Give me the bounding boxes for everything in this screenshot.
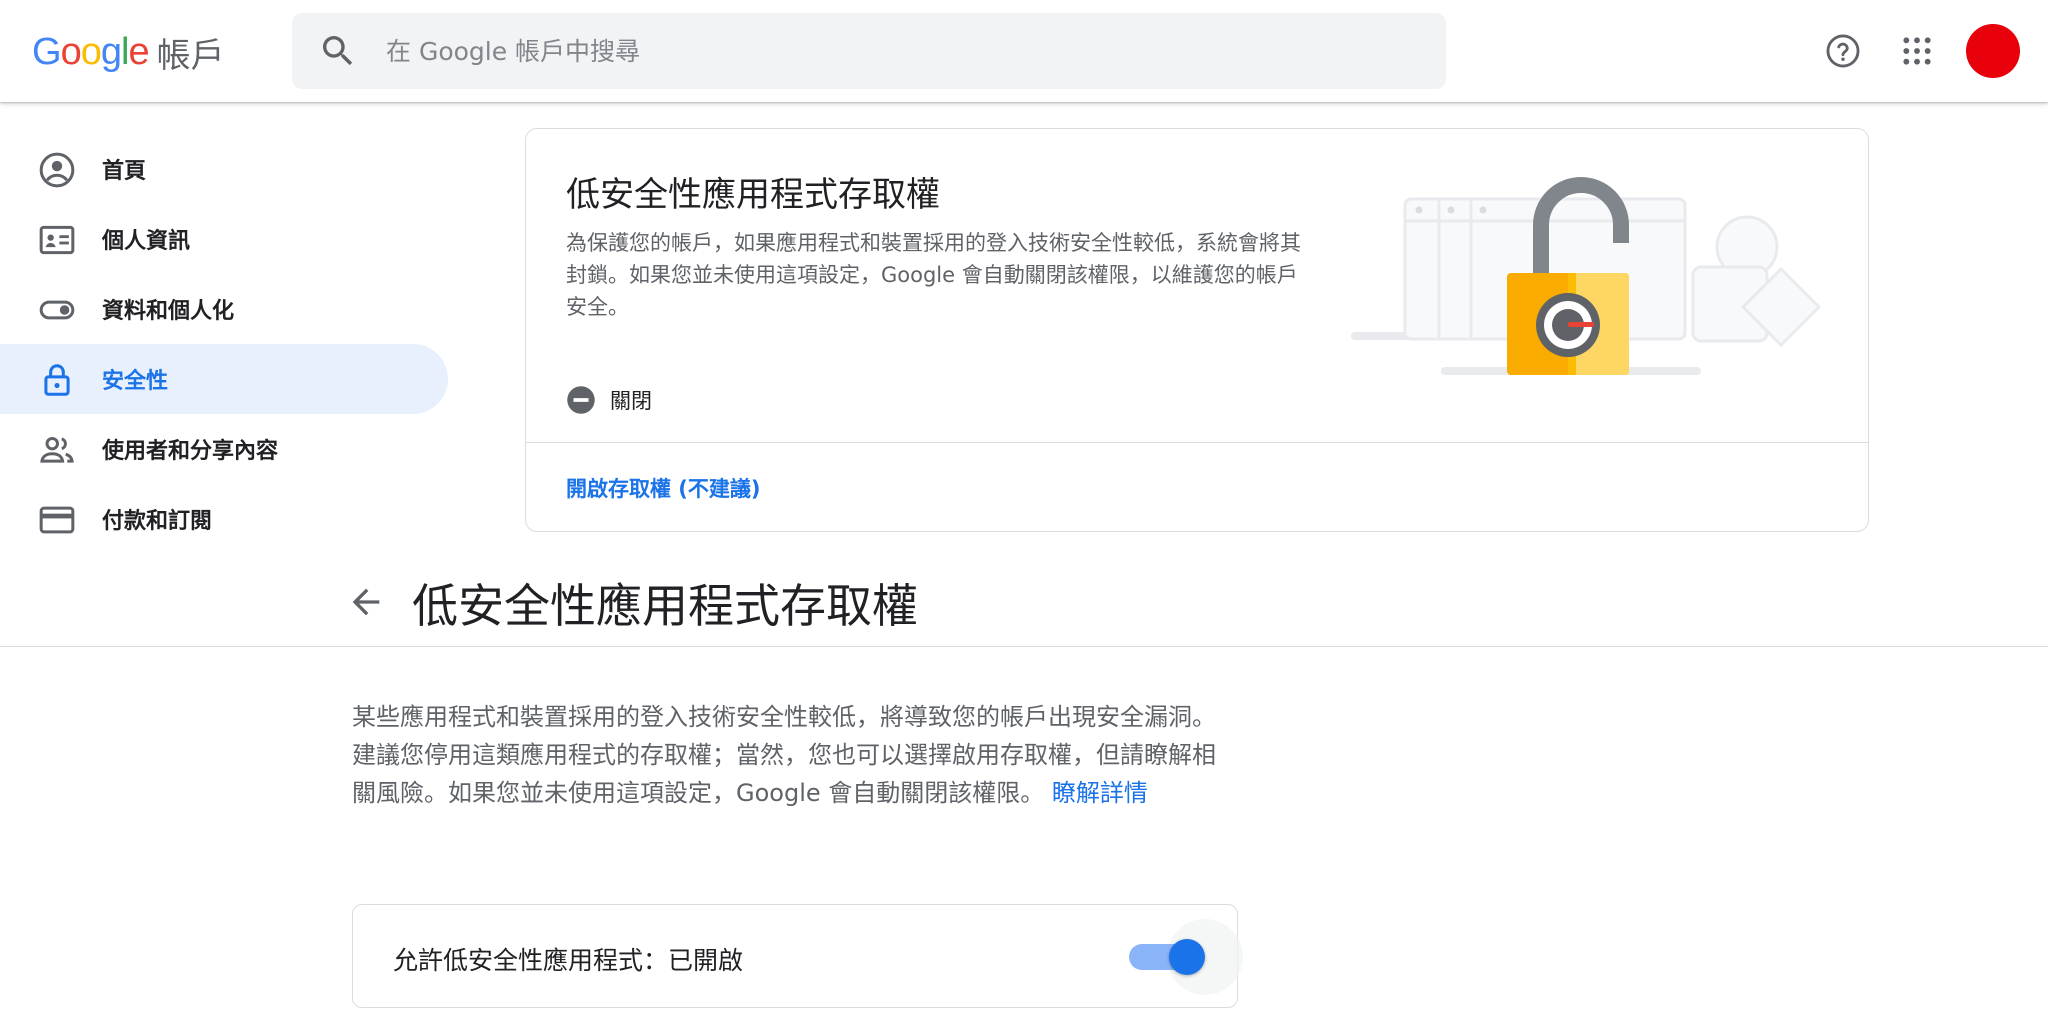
- divider: [526, 442, 1868, 443]
- card-description: 為保護您的帳戶，如果應用程式和裝置採用的登入技術安全性較低，系統會將其封鎖。如果…: [566, 231, 1301, 319]
- search-input[interactable]: [386, 36, 1286, 66]
- search-bar[interactable]: [292, 13, 1446, 89]
- off-status-icon: [567, 386, 595, 414]
- back-arrow-icon[interactable]: [346, 582, 386, 622]
- account-circle-icon: [39, 152, 75, 188]
- sidebar-item-payments[interactable]: 付款和訂閱: [0, 484, 448, 554]
- divider: [0, 646, 2048, 647]
- page-title: 低安全性應用程式存取權: [412, 579, 918, 633]
- sidebar-item-label: 使用者和分享內容: [102, 439, 279, 464]
- status-text: 關閉: [610, 389, 652, 413]
- sidebar-item-personal-info[interactable]: 個人資訊: [0, 204, 448, 274]
- sidebar-item-label: 個人資訊: [102, 229, 191, 254]
- sidebar-nav: 首頁 個人資訊 資料和個人化 安全性 使用者和分享內容 付款和訂閱: [0, 134, 448, 554]
- sidebar-item-label: 付款和訂閱: [102, 509, 213, 534]
- google-wordmark: Google: [32, 30, 150, 73]
- sidebar-item-security[interactable]: 安全性: [0, 344, 448, 414]
- learn-more-link[interactable]: 瞭解詳情: [1052, 779, 1148, 807]
- credit-card-icon: [39, 506, 75, 534]
- apps-button[interactable]: [1889, 23, 1945, 79]
- lock-icon: [44, 364, 70, 396]
- card-title: 低安全性應用程式存取權: [566, 175, 940, 215]
- help-icon: [1826, 34, 1860, 68]
- sidebar-item-data-privacy[interactable]: 資料和個人化: [0, 274, 448, 344]
- sidebar-item-label: 資料和個人化: [102, 299, 235, 324]
- description-text: 某些應用程式和裝置採用的登入技術安全性較低，將導致您的帳戶出現安全漏洞。建議您停…: [352, 698, 1232, 812]
- toggle-label: 允許低安全性應用程式：已開啟: [393, 946, 744, 975]
- sidebar-item-label: 安全性: [102, 369, 169, 394]
- people-icon: [40, 436, 74, 463]
- sidebar-item-people-sharing[interactable]: 使用者和分享內容: [0, 414, 448, 484]
- sidebar-item-home[interactable]: 首頁: [0, 134, 448, 204]
- sidebar-item-label: 首頁: [102, 159, 147, 184]
- unlocked-padlock-illustration: [1351, 177, 1822, 375]
- less-secure-access-card: 低安全性應用程式存取權 為保護您的帳戶，如果應用程式和裝置採用的登入技術安全性較…: [525, 128, 1869, 532]
- search-icon[interactable]: [318, 31, 358, 71]
- id-card-icon: [39, 225, 75, 255]
- allow-less-secure-apps-card[interactable]: 允許低安全性應用程式：已開啟: [352, 904, 1243, 1008]
- top-bar: Google 帳戶: [0, 0, 2048, 102]
- toggle-icon: [39, 300, 75, 320]
- help-button[interactable]: [1815, 23, 1871, 79]
- avatar[interactable]: [1966, 24, 2020, 78]
- product-name: 帳戶: [156, 35, 225, 76]
- status-row: 關閉: [566, 385, 652, 415]
- toggle-switch[interactable]: [1169, 939, 1205, 975]
- google-account-logo[interactable]: Google 帳戶: [32, 26, 225, 78]
- apps-grid-icon: [1903, 37, 1931, 65]
- turn-on-access-link[interactable]: 開啟存取權 (不建議): [566, 473, 761, 503]
